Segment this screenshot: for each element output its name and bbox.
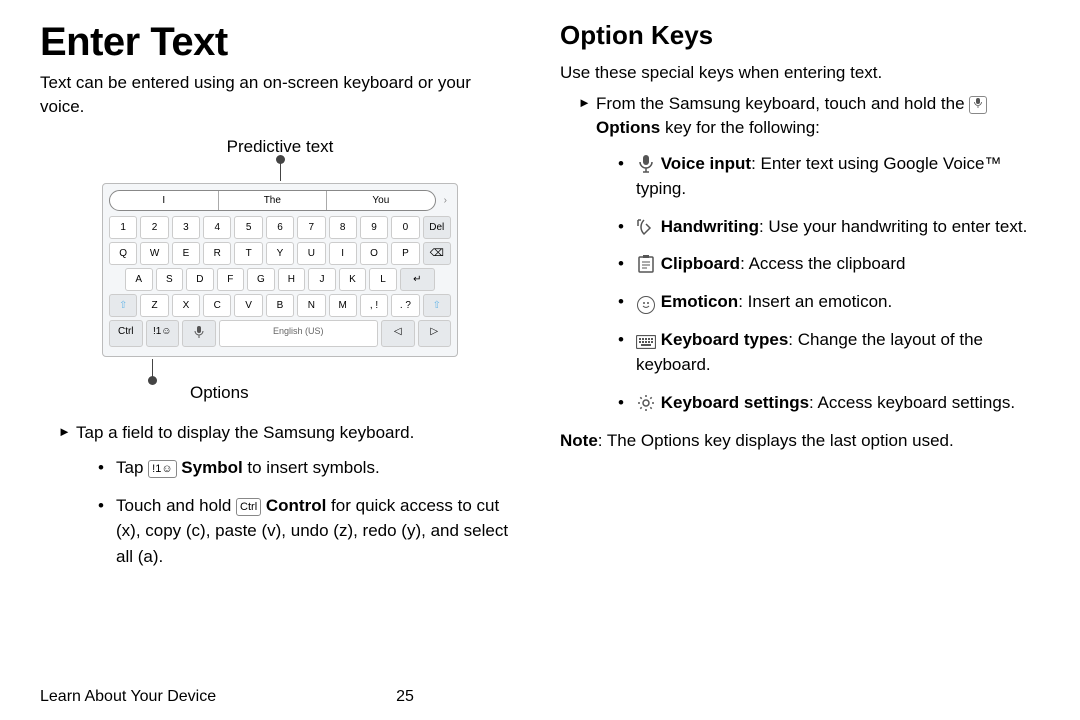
key-9: 9 [360, 216, 388, 239]
key-t: T [234, 242, 262, 265]
key-q: Q [109, 242, 137, 265]
footer-section: Learn About Your Device [40, 688, 216, 706]
clipboard-icon [636, 254, 656, 274]
footer-page-number: 25 [396, 688, 414, 706]
key-options-mic [182, 320, 216, 347]
key-j: J [308, 268, 336, 291]
key-ctrl: Ctrl [109, 320, 143, 347]
key-g: G [247, 268, 275, 291]
key-k: K [339, 268, 367, 291]
key-enter: ↵ [400, 268, 435, 291]
keyboard-row-zxcv: ⇧ Z X C V B N M , ! . ? ⇧ [109, 294, 451, 317]
right-column: Option Keys Use these special keys when … [560, 20, 1040, 583]
microphone-icon [636, 154, 656, 174]
key-spacebar: English (US) [219, 320, 379, 347]
key-w: W [140, 242, 168, 265]
page-footer: Learn About Your Device 25 [40, 688, 1040, 706]
keyboard-icon [636, 332, 656, 352]
key-3: 3 [172, 216, 200, 239]
options-label: Options [190, 383, 520, 403]
key-f: F [217, 268, 245, 291]
key-o: O [360, 242, 388, 265]
onscreen-keyboard: I The You › 1 2 3 4 5 6 7 8 9 0 [102, 183, 458, 357]
instruction-from-keyboard: From the Samsung keyboard, touch and hol… [578, 92, 1040, 416]
option-handwriting: Handwriting: Use your handwriting to ent… [618, 214, 1040, 240]
key-y: Y [266, 242, 294, 265]
ctrl-key-icon: Ctrl [236, 498, 261, 516]
prediction-3: You [326, 191, 435, 210]
callout-line-top [280, 159, 281, 181]
key-e: E [172, 242, 200, 265]
keyboard-diagram: Predictive text I The You › 1 2 3 4 5 [40, 137, 520, 403]
symbol-key-icon: !1☺ [148, 460, 176, 478]
chevron-right-icon: › [440, 195, 451, 206]
page-title: Enter Text [40, 20, 520, 65]
gear-icon [636, 393, 656, 413]
key-period: . ? [391, 294, 419, 317]
key-symbol: !1☺ [146, 320, 180, 347]
option-voice-input: Voice input: Enter text using Google Voi… [618, 151, 1040, 202]
prediction-1: I [110, 191, 218, 210]
key-v: V [234, 294, 262, 317]
key-backspace: ⌫ [423, 242, 451, 265]
predictive-text-label: Predictive text [40, 137, 520, 157]
prediction-bar: I The You [109, 190, 436, 211]
key-6: 6 [266, 216, 294, 239]
key-arrow-left: ◁ [381, 320, 415, 347]
instruction-hold-ctrl: Touch and hold Ctrl Control for quick ac… [98, 493, 520, 570]
handwriting-icon [636, 217, 656, 237]
key-2: 2 [140, 216, 168, 239]
key-z: Z [140, 294, 168, 317]
key-comma: , ! [360, 294, 388, 317]
key-8: 8 [329, 216, 357, 239]
key-u: U [297, 242, 325, 265]
option-keyboard-settings: Keyboard settings: Access keyboard setti… [618, 390, 1040, 416]
key-a: A [125, 268, 153, 291]
section-heading: Option Keys [560, 20, 1040, 51]
key-0: 0 [391, 216, 419, 239]
key-d: D [186, 268, 214, 291]
left-column: Enter Text Text can be entered using an … [40, 20, 520, 583]
section-intro: Use these special keys when entering tex… [560, 61, 1040, 86]
key-4: 4 [203, 216, 231, 239]
key-7: 7 [297, 216, 325, 239]
key-shift-right: ⇧ [423, 294, 451, 317]
key-c: C [203, 294, 231, 317]
key-b: B [266, 294, 294, 317]
key-shift-left: ⇧ [109, 294, 137, 317]
key-i: I [329, 242, 357, 265]
option-emoticon: Emoticon: Insert an emoticon. [618, 289, 1040, 315]
note-text: Note: The Options key displays the last … [560, 429, 1040, 454]
keyboard-row-numbers: 1 2 3 4 5 6 7 8 9 0 Del [109, 216, 451, 239]
key-arrow-right: ▷ [418, 320, 452, 347]
keyboard-row-bottom: Ctrl !1☺ English (US) ◁ ▷ [109, 320, 451, 347]
keyboard-row-qwerty: Q W E R T Y U I O P ⌫ [109, 242, 451, 265]
key-p: P [391, 242, 419, 265]
key-l: L [369, 268, 397, 291]
key-m: M [329, 294, 357, 317]
emoticon-icon [636, 295, 656, 315]
key-x: X [172, 294, 200, 317]
prediction-2: The [218, 191, 327, 210]
key-n: N [297, 294, 325, 317]
key-del: Del [423, 216, 451, 239]
intro-text: Text can be entered using an on-screen k… [40, 71, 520, 119]
key-1: 1 [109, 216, 137, 239]
key-s: S [156, 268, 184, 291]
keyboard-row-asdf: A S D F G H J K L ↵ [109, 268, 451, 291]
option-clipboard: Clipboard: Access the clipboard [618, 251, 1040, 277]
instruction-tap-field: Tap a field to display the Samsung keybo… [58, 421, 520, 570]
key-r: R [203, 242, 231, 265]
key-5: 5 [234, 216, 262, 239]
instruction-tap-symbol: Tap !1☺ Symbol to insert symbols. [98, 455, 520, 481]
options-key-icon [969, 96, 987, 114]
option-keyboard-types: Keyboard types: Change the layout of the… [618, 327, 1040, 378]
callout-line-bottom [152, 359, 153, 381]
key-h: H [278, 268, 306, 291]
